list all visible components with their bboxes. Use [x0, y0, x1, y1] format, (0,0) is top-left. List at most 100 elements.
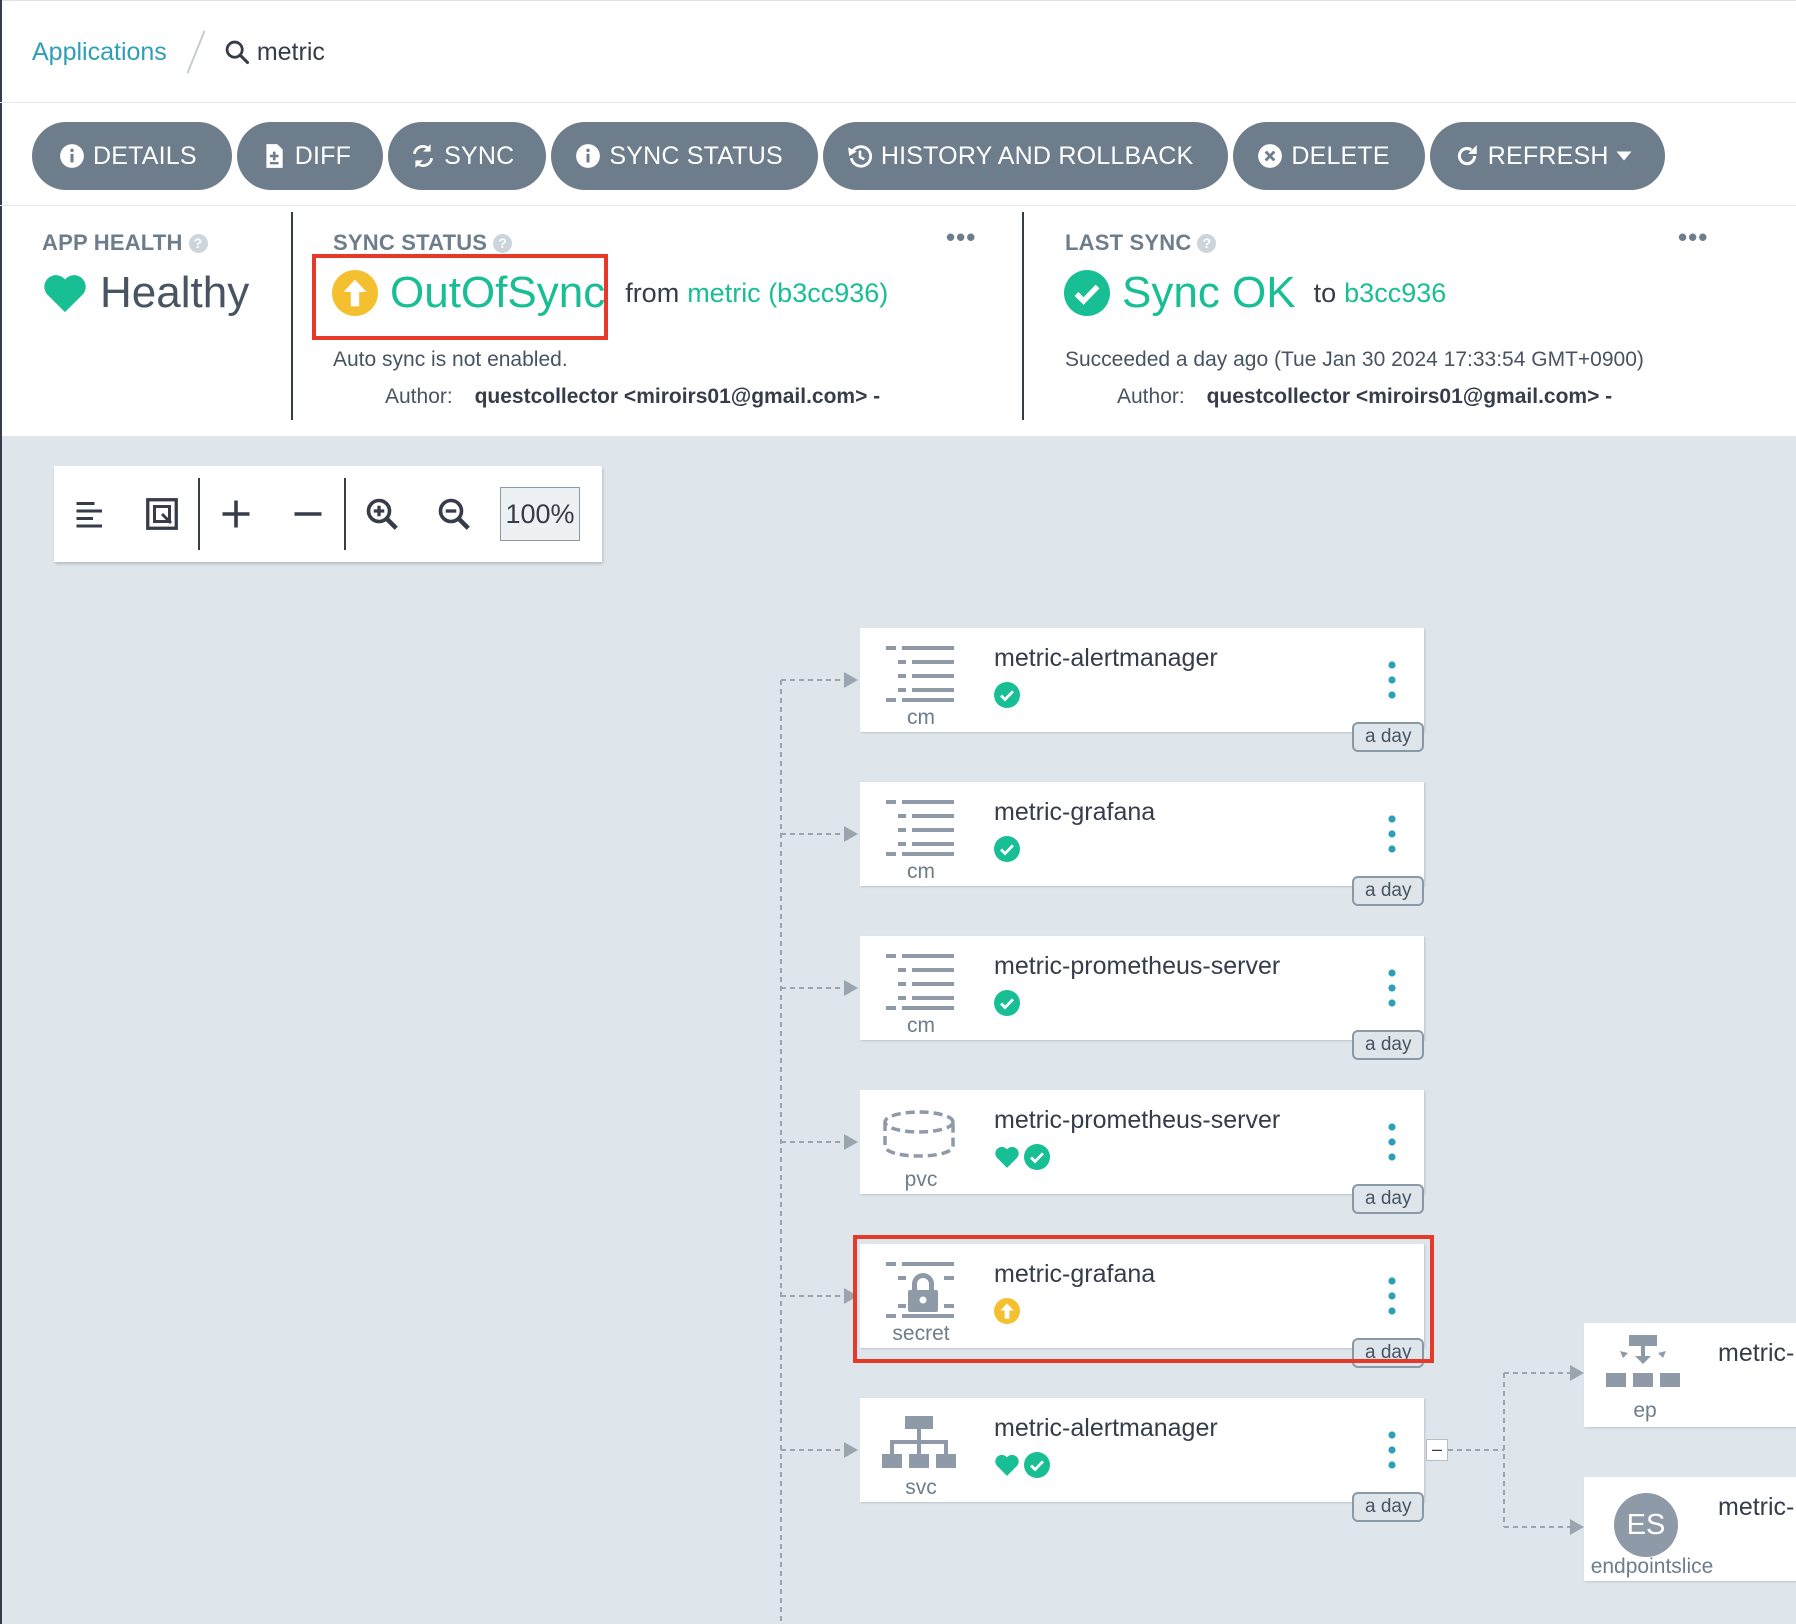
sync-status-label: SYNC STATUS [609, 141, 783, 170]
resource-status [994, 1452, 1050, 1478]
breadcrumb: Applications metric [32, 30, 325, 74]
resource-age-badge: a day [1352, 722, 1425, 752]
configmap-icon [886, 800, 954, 856]
zoom-out-icon [438, 498, 470, 530]
sync-button[interactable]: SYNC [388, 122, 547, 190]
sync-status-title-text: SYNC STATUS [333, 230, 488, 255]
sync-icon [413, 144, 434, 168]
author-label: Author: [1117, 385, 1185, 408]
app-health-title: APP HEALTH ? [42, 230, 208, 256]
resource-node[interactable]: cm metric-prometheus-server [860, 936, 1424, 1040]
resource-name: metric- [1718, 1493, 1795, 1521]
kebab-menu-icon[interactable] [1388, 815, 1396, 853]
zoom-in-button[interactable] [346, 466, 418, 562]
resource-name: metric-grafana [994, 798, 1156, 826]
resource-node[interactable]: cm metric-grafana [860, 782, 1424, 886]
check-circle-icon [994, 836, 1020, 862]
sync-status-more-icon[interactable]: ••• [946, 222, 976, 253]
help-icon[interactable]: ? [493, 233, 513, 253]
breadcrumb-current: metric [256, 37, 325, 66]
last-sync-title: LAST SYNC ? [1065, 230, 1217, 256]
info-icon [576, 144, 601, 168]
graph-toolbar: 100% [54, 466, 602, 562]
app-health-status-text: Healthy [100, 268, 250, 317]
last-sync-status-text: Sync OK [1122, 268, 1296, 317]
last-sync-to-label: to [1313, 277, 1337, 308]
resource-status [994, 836, 1020, 862]
configmap-icon [886, 646, 954, 702]
breadcrumb-applications-link[interactable]: Applications [32, 38, 167, 67]
info-icon [60, 144, 84, 168]
diff-label: DIFF [294, 141, 352, 170]
resource-kind: cm [907, 860, 935, 883]
last-sync-more-icon[interactable]: ••• [1678, 222, 1708, 253]
search-icon[interactable] [223, 38, 251, 66]
highlight-box-sync-status [312, 254, 608, 340]
resource-name: metric-prometheus-server [994, 1106, 1281, 1134]
resource-age-badge: a day [1352, 1492, 1425, 1522]
refresh-label: REFRESH [1487, 141, 1609, 170]
resource-kind: ep [1633, 1399, 1657, 1422]
author-value: questcollector <miroirs01@gmail.com> - [1206, 385, 1613, 408]
kebab-menu-icon[interactable] [1388, 661, 1396, 699]
history-and-rollback-button[interactable]: HISTORY AND ROLLBACK [822, 122, 1229, 190]
history-label: HISTORY AND ROLLBACK [880, 141, 1194, 170]
toolbar-divider [0, 205, 1796, 206]
panel-divider [1022, 212, 1024, 420]
close-circle-icon [1258, 144, 1283, 168]
resource-name: metric-alertmanager [994, 644, 1218, 672]
endpoints-icon [1606, 1335, 1680, 1387]
breadcrumb-divider [0, 102, 1796, 103]
sync-source-link[interactable]: metric (b3cc936) [687, 278, 888, 309]
resource-kind: svc [905, 1476, 937, 1499]
author-label: Author: [385, 385, 453, 408]
delete-button[interactable]: DELETE [1233, 122, 1425, 190]
persistent-volume-claim-icon [883, 1110, 955, 1158]
author-value: questcollector <miroirs01@gmail.com> - [474, 385, 881, 408]
refresh-icon [1457, 145, 1477, 166]
sync-from-label: from [625, 277, 680, 308]
check-circle-icon [1024, 1144, 1050, 1170]
resource-node[interactable]: cm metric-alertmanager [860, 628, 1424, 732]
resource-age-badge: a day [1352, 876, 1425, 906]
delete-label: DELETE [1291, 141, 1390, 170]
help-icon[interactable]: ? [188, 233, 208, 253]
zoom-level-input[interactable]: 100% [500, 487, 580, 541]
heart-icon [995, 1454, 1019, 1476]
zoom-out-button[interactable] [418, 466, 490, 562]
resource-node[interactable]: ep metric- [1584, 1323, 1796, 1427]
fit-view-button[interactable] [126, 466, 198, 562]
expand-all-button[interactable] [200, 466, 272, 562]
collapse-toggle[interactable]: – [1426, 1439, 1448, 1461]
collapse-all-button[interactable] [272, 466, 344, 562]
resource-name: metric-prometheus-server [994, 952, 1281, 980]
resource-node[interactable]: ES endpointslice metric- [1584, 1477, 1796, 1581]
refresh-button[interactable]: REFRESH [1429, 122, 1665, 190]
kebab-menu-icon[interactable] [1388, 1431, 1396, 1469]
resource-kind: pvc [904, 1168, 938, 1191]
resource-status [994, 990, 1020, 1016]
breadcrumb-separator [186, 30, 206, 74]
sync-label: SYNC [444, 141, 515, 170]
caret-down-icon [1616, 151, 1632, 161]
resource-name: metric-alertmanager [994, 1414, 1218, 1442]
sync-status-button[interactable]: SYNC STATUS [551, 122, 818, 190]
layout-list-button[interactable] [54, 466, 126, 562]
help-icon[interactable]: ? [1197, 233, 1217, 253]
resource-tree-canvas[interactable]: 100% cm metric-alertmanager a day cm met… [2, 436, 1796, 1624]
heart-icon [44, 275, 86, 313]
minus-icon [294, 512, 322, 516]
last-sync-detail: Succeeded a day ago (Tue Jan 30 2024 17:… [1065, 348, 1644, 371]
app-toolbar: DETAILS DIFF SYNC SYNC STATUS HISTORY AN… [32, 122, 1665, 190]
resource-kind: endpointslice [1590, 1555, 1714, 1578]
kebab-menu-icon[interactable] [1388, 969, 1396, 1007]
last-sync-revision-link[interactable]: b3cc936 [1344, 278, 1446, 309]
last-sync-title-text: LAST SYNC [1065, 230, 1192, 255]
service-icon [882, 1416, 956, 1468]
diff-button[interactable]: DIFF [236, 122, 384, 190]
kebab-menu-icon[interactable] [1388, 1123, 1396, 1161]
details-button[interactable]: DETAILS [32, 122, 232, 190]
last-sync-status: Sync OK to b3cc936 [1064, 268, 1446, 318]
resource-node[interactable]: pvc metric-prometheus-server [860, 1090, 1424, 1194]
resource-node[interactable]: svc metric-alertmanager [860, 1398, 1424, 1502]
